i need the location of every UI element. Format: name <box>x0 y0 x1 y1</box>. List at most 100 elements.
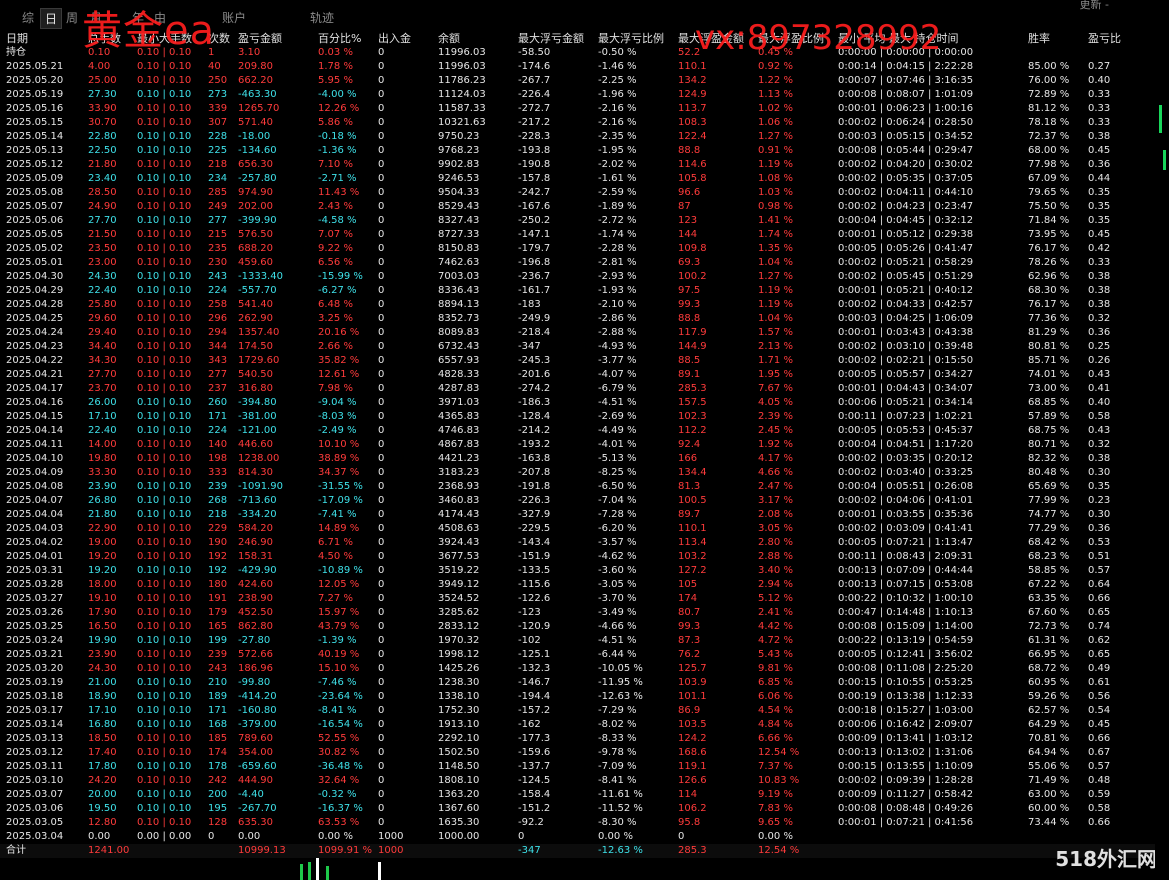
table-cell: 101.1 <box>678 691 707 702</box>
table-row[interactable]: 2025.04.17 23.70 0.10 | 0.10 237 316.80 7.98 … <box>0 382 1155 396</box>
table-row[interactable]: 2025.03.21 23.90 0.10 | 0.10 239 572.66 40.19… <box>0 648 1155 662</box>
table-row[interactable]: 2025.04.30 24.30 0.10 | 0.10 243 -1333.40 -15… <box>0 270 1155 284</box>
table-cell: -193.2 <box>518 439 551 450</box>
table-cell: 112.2 <box>678 425 707 436</box>
table-cell: 0.10 | 0.10 <box>137 425 192 436</box>
table-row[interactable]: 2025.05.07 24.90 0.10 | 0.10 249 202.00 2.43 … <box>0 200 1155 214</box>
table-cell: 354.00 <box>238 747 273 758</box>
table-row[interactable]: 2025.03.25 16.50 0.10 | 0.10 165 862.80 43.79… <box>0 620 1155 634</box>
table-row[interactable]: 2025.04.22 34.30 0.10 | 0.10 343 1729.60 35.8… <box>0 354 1155 368</box>
table-row[interactable]: 2025.04.03 22.90 0.10 | 0.10 229 584.20 14.89… <box>0 522 1155 536</box>
table-row[interactable]: 2025.05.16 33.90 0.10 | 0.10 339 1265.70 12.2… <box>0 102 1155 116</box>
table-cell: -120.9 <box>518 621 551 632</box>
table-row[interactable]: 2025.04.16 26.00 0.10 | 0.10 260 -394.80 -9.0… <box>0 396 1155 410</box>
tab-2[interactable]: 周 <box>62 8 82 27</box>
table-row[interactable]: 2025.03.12 17.40 0.10 | 0.10 174 354.00 30.82… <box>0 746 1155 760</box>
table-cell: -6.20 % <box>598 523 637 534</box>
table-cell: -190.8 <box>518 159 551 170</box>
table-row[interactable]: 2025.03.24 19.90 0.10 | 0.10 199 -27.80 -1.39… <box>0 634 1155 648</box>
table-row[interactable]: 2025.03.28 18.00 0.10 | 0.10 180 424.60 12.05… <box>0 578 1155 592</box>
column-header[interactable]: 最大浮亏金额 <box>518 32 584 46</box>
table-cell: 2025.04.24 <box>6 327 64 338</box>
table-row[interactable]: 2025.03.11 17.80 0.10 | 0.10 178 -659.60 -36.… <box>0 760 1155 774</box>
column-header[interactable]: 盈亏金额 <box>238 32 282 46</box>
table-cell: 60.95 % <box>1028 677 1070 688</box>
table-cell: -3.49 % <box>598 607 637 618</box>
table-row[interactable]: 2025.05.09 23.40 0.10 | 0.10 234 -257.80 -2.7… <box>0 172 1155 186</box>
table-row[interactable]: 2025.04.24 29.40 0.10 | 0.10 294 1357.40 20.1… <box>0 326 1155 340</box>
column-header[interactable]: 百分比% <box>318 32 361 46</box>
table-row[interactable]: 2025.05.06 27.70 0.10 | 0.10 277 -399.90 -4.5… <box>0 214 1155 228</box>
table-row[interactable]: 2025.04.11 14.00 0.10 | 0.10 140 446.60 10.10… <box>0 438 1155 452</box>
table-row[interactable]: 2025.03.31 19.20 0.10 | 0.10 192 -429.90 -10.… <box>0 564 1155 578</box>
table-row[interactable]: 2025.03.05 12.80 0.10 | 0.10 128 635.30 63.53… <box>0 816 1155 830</box>
table-row[interactable]: 2025.04.08 23.90 0.10 | 0.10 239 -1091.90 -31… <box>0 480 1155 494</box>
table-cell: 3285.62 <box>438 607 480 618</box>
table-row[interactable]: 2025.03.27 19.10 0.10 | 0.10 191 238.90 7.27 … <box>0 592 1155 606</box>
table-cell: 2025.04.04 <box>6 509 64 520</box>
table-row[interactable]: 2025.03.04 0.00 0.00 | 0.00 0 0.00 0.00 % 1000… <box>0 830 1155 844</box>
table-row[interactable]: 2025.04.28 25.80 0.10 | 0.10 258 541.40 6.48 … <box>0 298 1155 312</box>
table-row[interactable]: 2025.03.20 24.30 0.10 | 0.10 243 186.96 15.10… <box>0 662 1155 676</box>
table-cell: 3.25 % <box>318 313 353 324</box>
column-header[interactable]: 胜率 <box>1028 32 1050 46</box>
table-row[interactable]: 2025.05.20 25.00 0.10 | 0.10 250 662.20 5.95 … <box>0 74 1155 88</box>
table-cell: 0:00:06 | 0:05:21 | 0:34:14 <box>838 397 974 408</box>
table-row[interactable]: 2025.05.15 30.70 0.10 | 0.10 307 571.40 5.86 … <box>0 116 1155 130</box>
tab-7[interactable]: 轨迹 <box>306 8 338 27</box>
table-row[interactable]: 2025.05.01 23.00 0.10 | 0.10 230 459.60 6.56 … <box>0 256 1155 270</box>
table-row[interactable]: 2025.05.08 28.50 0.10 | 0.10 285 974.90 11.43… <box>0 186 1155 200</box>
table-row[interactable]: 2025.03.06 19.50 0.10 | 0.10 195 -267.70 -16.… <box>0 802 1155 816</box>
column-header[interactable]: 出入金 <box>378 32 411 46</box>
table-row[interactable]: 2025.05.13 22.50 0.10 | 0.10 225 -134.60 -1.3… <box>0 144 1155 158</box>
table-row[interactable]: 2025.03.19 21.00 0.10 | 0.10 210 -99.80 -7.46… <box>0 676 1155 690</box>
table-row[interactable]: 2025.03.18 18.90 0.10 | 0.10 189 -414.20 -23.… <box>0 690 1155 704</box>
table-row[interactable]: 2025.05.12 21.80 0.10 | 0.10 218 656.30 7.10 … <box>0 158 1155 172</box>
table-cell: -4.07 % <box>598 369 637 380</box>
table-row[interactable]: 2025.03.10 24.20 0.10 | 0.10 242 444.90 32.64… <box>0 774 1155 788</box>
table-row[interactable]: 2025.04.04 21.80 0.10 | 0.10 218 -334.20 -7.4… <box>0 508 1155 522</box>
column-header[interactable]: 余额 <box>438 32 460 46</box>
column-header[interactable]: 盈亏比 <box>1088 32 1121 46</box>
table-row[interactable]: 2025.04.10 19.80 0.10 | 0.10 198 1238.00 38.8… <box>0 452 1155 466</box>
column-header[interactable]: 最大浮亏比例 <box>598 32 664 46</box>
table-row[interactable]: 2025.05.14 22.80 0.10 | 0.10 228 -18.00 -0.18… <box>0 130 1155 144</box>
table-row[interactable]: 2025.04.07 26.80 0.10 | 0.10 268 -713.60 -17.… <box>0 494 1155 508</box>
table-cell: 0.57 <box>1088 761 1111 772</box>
table-row[interactable]: 2025.03.17 17.10 0.10 | 0.10 171 -160.80 -8.4… <box>0 704 1155 718</box>
table-cell: 0:00:08 | 0:05:44 | 0:29:47 <box>838 145 974 156</box>
table-row[interactable]: 2025.05.21 4.00 0.10 | 0.10 40 209.80 1.78 % 0… <box>0 60 1155 74</box>
table-cell: 0.40 <box>1088 397 1111 408</box>
table-row[interactable]: 2025.04.25 29.60 0.10 | 0.10 296 262.90 3.25 … <box>0 312 1155 326</box>
table-row[interactable]: 2025.04.15 17.10 0.10 | 0.10 171 -381.00 -8.0… <box>0 410 1155 424</box>
table-cell: 2025.03.21 <box>6 649 64 660</box>
table-cell: 11996.03 <box>438 61 486 72</box>
table-row[interactable]: 2025.03.14 16.80 0.10 | 0.10 168 -379.00 -16.… <box>0 718 1155 732</box>
table-cell: 0.10 | 0.10 <box>137 775 192 786</box>
table-cell: 0:00:01 | 0:03:43 | 0:43:38 <box>838 327 974 338</box>
table-cell: 0.00 % <box>598 831 633 842</box>
table-row[interactable]: 2025.03.26 17.90 0.10 | 0.10 179 452.50 15.97… <box>0 606 1155 620</box>
table-row[interactable]: 2025.05.19 27.30 0.10 | 0.10 273 -463.30 -4.0… <box>0 88 1155 102</box>
table-row[interactable]: 2025.05.02 23.50 0.10 | 0.10 235 688.20 9.22 … <box>0 242 1155 256</box>
table-row[interactable]: 2025.04.23 34.40 0.10 | 0.10 344 174.50 2.66 … <box>0 340 1155 354</box>
table-row[interactable]: 2025.04.01 19.20 0.10 | 0.10 192 158.31 4.50 … <box>0 550 1155 564</box>
column-header[interactable]: 日期 <box>6 32 28 46</box>
table-row[interactable]: 2025.03.07 20.00 0.10 | 0.10 200 -4.40 -0.32 … <box>0 788 1155 802</box>
tab-1[interactable]: 日 <box>40 8 63 29</box>
table-row[interactable]: 2025.04.14 22.40 0.10 | 0.10 224 -121.00 -2.4… <box>0 424 1155 438</box>
table-cell: -4.93 % <box>598 341 637 352</box>
table-row[interactable]: 2025.04.21 27.70 0.10 | 0.10 277 540.50 12.61… <box>0 368 1155 382</box>
table-row[interactable]: 2025.04.02 19.00 0.10 | 0.10 190 246.90 6.71 … <box>0 536 1155 550</box>
table-cell: 0:00:15 | 0:10:55 | 0:53:25 <box>838 677 974 688</box>
table-row[interactable]: 2025.04.29 22.40 0.10 | 0.10 224 -557.70 -6.2… <box>0 284 1155 298</box>
table-row[interactable]: 2025.04.09 33.30 0.10 | 0.10 333 814.30 34.37… <box>0 466 1155 480</box>
tab-0[interactable]: 综 <box>18 8 38 27</box>
table-row[interactable]: 2025.05.05 21.50 0.10 | 0.10 215 576.50 7.07 … <box>0 228 1155 242</box>
table-cell: -4.51 % <box>598 397 637 408</box>
tab-6[interactable]: 账户 <box>218 8 250 27</box>
table-row[interactable]: 2025.03.13 18.50 0.10 | 0.10 185 789.60 52.55… <box>0 732 1155 746</box>
table-cell: 0.74 <box>1088 621 1111 632</box>
table-cell: 70.81 % <box>1028 733 1070 744</box>
table-cell: 4.05 % <box>758 397 793 408</box>
